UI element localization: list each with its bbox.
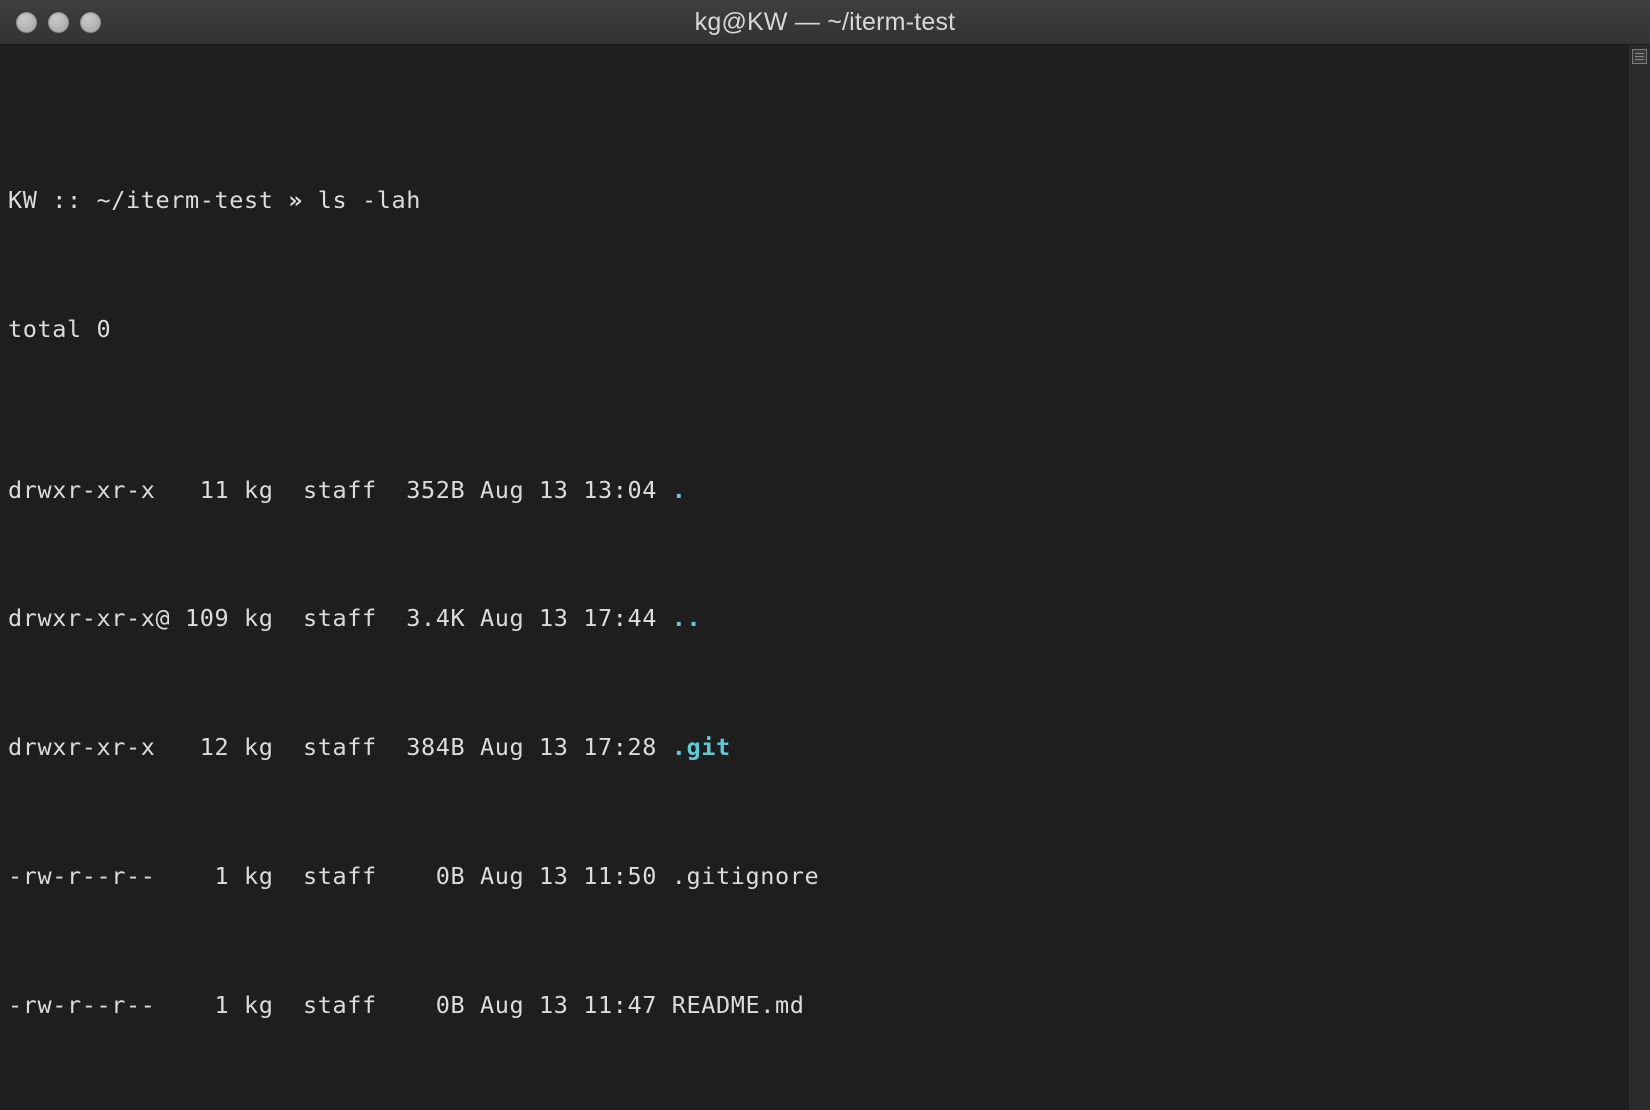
traffic-light-group	[16, 11, 101, 33]
row-owner: kg	[243, 733, 274, 762]
row-time: 17:44	[583, 604, 657, 633]
prompt-line-ls: KW :: ~/iterm-test » ls -lah	[8, 184, 1628, 216]
row-perms: -rw-r--r--	[8, 862, 171, 890]
row-perms: drwxr-xr-x@	[8, 604, 171, 633]
row-owner: kg	[243, 990, 274, 1019]
close-button[interactable]	[16, 11, 37, 33]
row-size: 0B	[391, 862, 466, 890]
title-bar: kg@KW — ~/iterm-test	[0, 0, 1650, 45]
row-name[interactable]: .gitignore	[672, 862, 819, 890]
row-day: 13	[538, 604, 569, 633]
row-name[interactable]: ..	[672, 604, 702, 632]
row-month: Aug	[479, 990, 525, 1019]
scrollbar[interactable]	[1628, 45, 1650, 1110]
row-group: staff	[302, 990, 377, 1019]
table-row: drwxr-xr-x 11 kg staff 352B Aug 13 13:04…	[8, 474, 1628, 506]
row-size: 3.4K	[391, 604, 466, 633]
terminal-output[interactable]: KW :: ~/iterm-test » ls -lah total 0 drw…	[0, 45, 1628, 1110]
row-month: Aug	[479, 733, 525, 762]
row-perms: drwxr-xr-x	[8, 475, 171, 504]
table-row: -rw-r--r-- 1 kg staff 0B Aug 13 11:50 .g…	[8, 860, 1628, 892]
row-day: 13	[538, 733, 569, 762]
command-ls-text: ls -lah	[317, 185, 421, 214]
lines-icon[interactable]	[1632, 49, 1647, 64]
row-group: staff	[302, 733, 377, 762]
row-links: 12	[184, 733, 230, 762]
row-perms: drwxr-xr-x	[8, 733, 171, 762]
zoom-button[interactable]	[80, 11, 101, 33]
table-row: drwxr-xr-x 12 kg staff 384B Aug 13 17:28…	[8, 731, 1628, 763]
row-time: 11:50	[583, 862, 657, 890]
ls-total-line: total 0	[8, 314, 112, 343]
row-month: Aug	[479, 862, 525, 890]
row-day: 13	[538, 990, 569, 1019]
row-perms: -rw-r--r--	[8, 990, 171, 1019]
table-row: -rw-r--r-- 1 kg staff 0B Aug 13 11:47 RE…	[8, 989, 1628, 1021]
row-owner: kg	[243, 862, 274, 890]
row-size: 352B	[391, 475, 466, 504]
terminal-window: kg@KW — ~/iterm-test KW :: ~/iterm-test …	[0, 0, 1650, 1110]
row-time: 13:04	[583, 475, 657, 504]
prompt-prefix: KW :: ~/iterm-test	[8, 185, 289, 214]
row-size: 0B	[391, 990, 466, 1019]
row-owner: kg	[243, 604, 274, 633]
row-group: staff	[302, 862, 377, 890]
row-links: 1	[184, 862, 230, 890]
row-name[interactable]: .git	[672, 733, 731, 761]
row-time: 17:28	[583, 733, 657, 762]
row-time: 11:47	[583, 990, 657, 1019]
row-name[interactable]: README.md	[672, 991, 805, 1019]
row-owner: kg	[243, 475, 274, 504]
row-group: staff	[302, 604, 377, 633]
row-size: 384B	[391, 733, 466, 762]
row-sep	[170, 476, 185, 504]
row-day: 13	[538, 862, 569, 890]
row-links: 11	[184, 475, 230, 504]
command-ls	[303, 186, 318, 214]
terminal-area: KW :: ~/iterm-test » ls -lah total 0 drw…	[0, 45, 1650, 1110]
row-name[interactable]: .	[672, 476, 687, 504]
minimize-button[interactable]	[48, 11, 69, 33]
window-title: kg@KW — ~/iterm-test	[694, 7, 956, 36]
row-group: staff	[302, 475, 377, 504]
row-month: Aug	[479, 604, 525, 633]
row-links: 1	[184, 990, 230, 1019]
table-row: drwxr-xr-x@ 109 kg staff 3.4K Aug 13 17:…	[8, 602, 1628, 634]
row-month: Aug	[479, 475, 525, 504]
row-links: 109	[184, 604, 230, 633]
row-day: 13	[538, 475, 569, 504]
prompt-chevron: »	[288, 185, 303, 214]
